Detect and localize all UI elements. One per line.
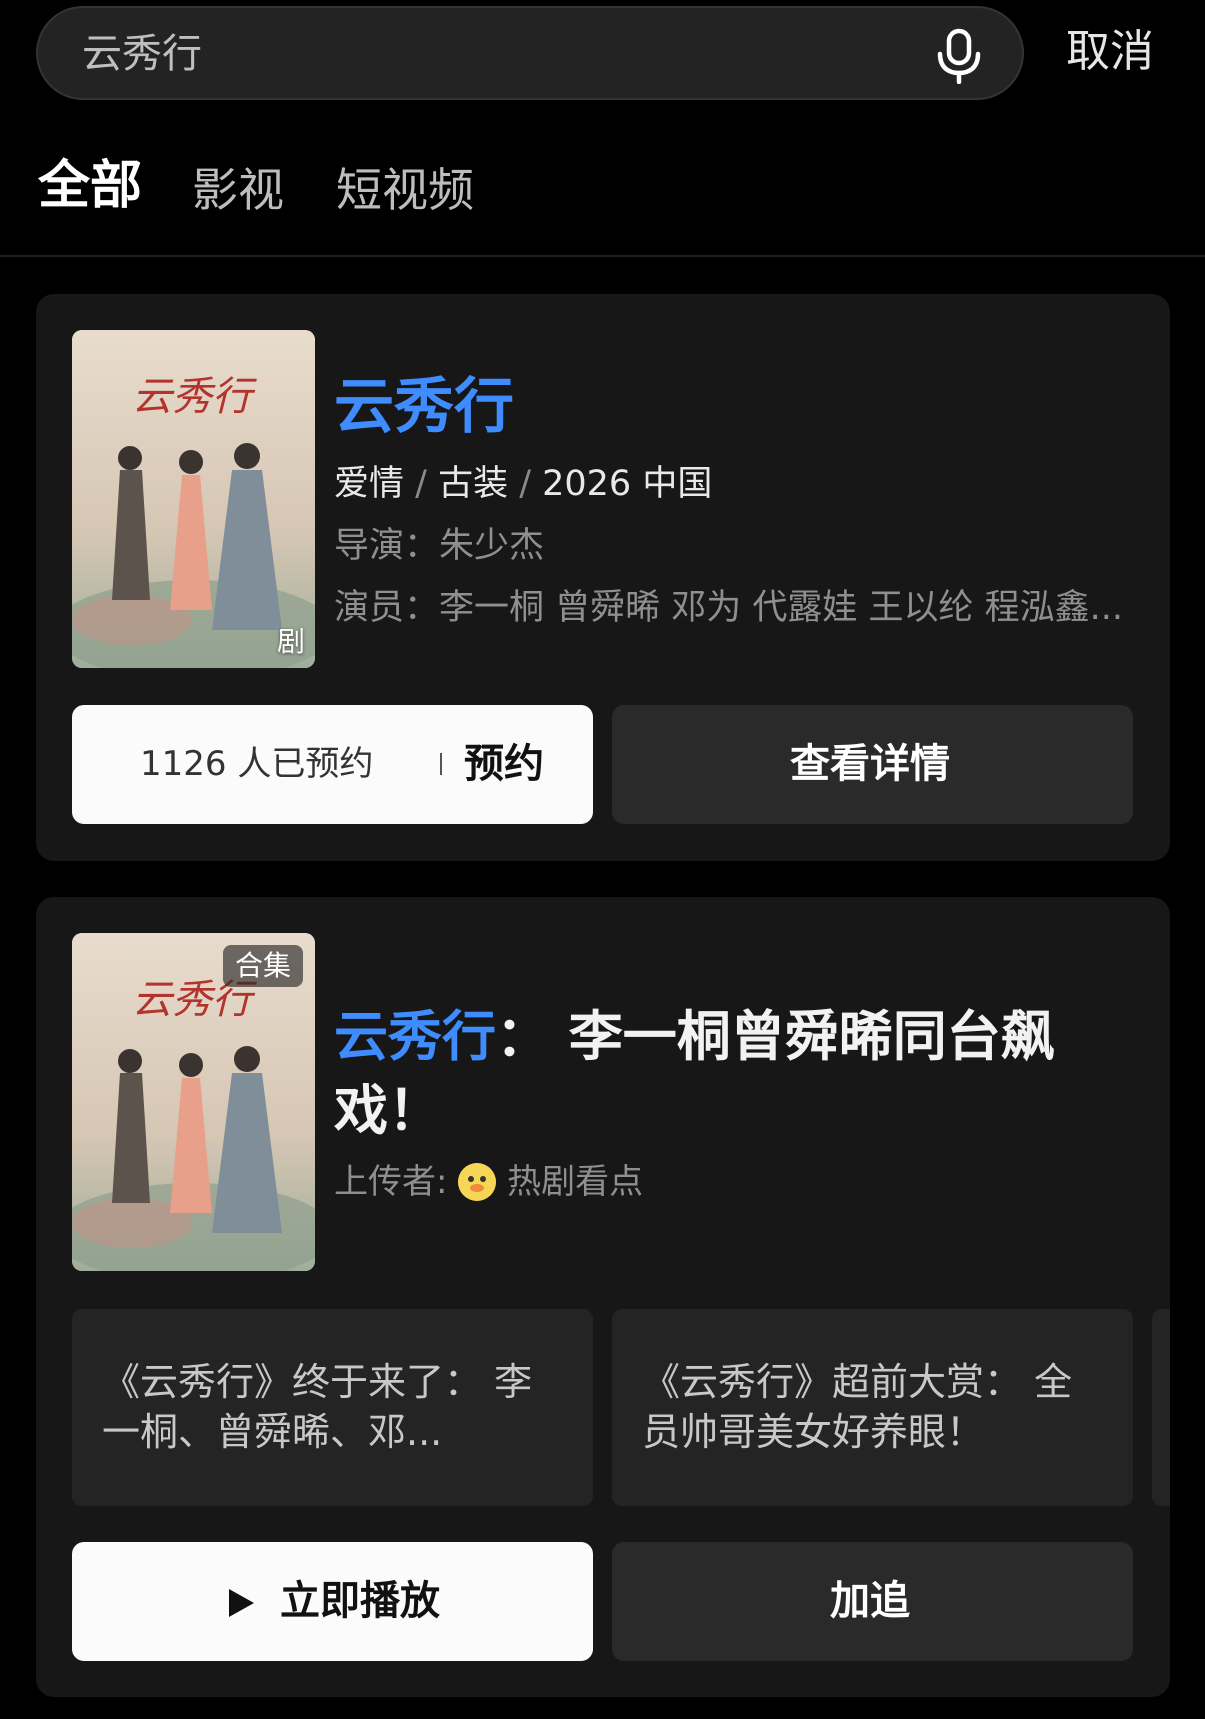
duck-avatar-icon[interactable] xyxy=(458,1163,497,1201)
cast-label: 演员： xyxy=(334,588,440,628)
uploader-line: 上传者: 热剧看点 xyxy=(334,1160,643,1204)
recommendation-text: 《云秀行》终于来了： 李一桐、曾舜晞、邓... xyxy=(102,1360,533,1454)
director-label: 导演： xyxy=(334,526,440,566)
cancel-button[interactable]: 取消 xyxy=(1066,26,1154,78)
reserve-separator xyxy=(440,753,442,775)
cast-names: 李一桐 曾舜晞 邓为 代露娃 王以纶 程泓鑫... xyxy=(439,588,1124,628)
search-input[interactable]: 云秀行 xyxy=(82,30,202,78)
tab-short-video[interactable]: 短视频 xyxy=(336,162,474,218)
play-now-button[interactable]: 立即播放 xyxy=(72,1542,593,1661)
reserve-label: 预约 xyxy=(464,741,544,787)
uploader-name[interactable]: 热剧看点 xyxy=(507,1162,643,1202)
play-now-label: 立即播放 xyxy=(280,1578,440,1624)
reserve-button[interactable]: 1126 人已预约 预约 xyxy=(72,705,593,824)
uploader-label: 上传者: xyxy=(334,1162,448,1202)
director-line: 导演：朱少杰 xyxy=(334,524,544,568)
recommendation-card-peek[interactable] xyxy=(1152,1309,1170,1506)
tab-all[interactable]: 全部 xyxy=(38,158,142,214)
collection-title-highlight: 云秀行 xyxy=(334,1005,496,1068)
genre-tag: 古装 xyxy=(438,464,509,504)
genre-tag: 爱情 xyxy=(334,464,405,504)
search-bar[interactable]: 云秀行 xyxy=(36,6,1024,100)
drama-meta: 爱情 / 古装 / 2026 中国 xyxy=(334,464,713,504)
reserve-count: 1126 人已预约 xyxy=(140,744,374,784)
play-icon xyxy=(226,1587,256,1623)
recommendation-card[interactable]: 《云秀行》超前大赏： 全员帅哥美女好养眼！ xyxy=(612,1309,1133,1506)
collection-badge: 合集 xyxy=(222,945,303,987)
poster-type-badge: 剧 xyxy=(276,625,305,658)
svg-text:云秀行: 云秀行 xyxy=(132,374,257,420)
recommendation-text: 《云秀行》超前大赏： 全员帅哥美女好养眼！ xyxy=(642,1360,1073,1454)
recommendation-card[interactable]: 《云秀行》终于来了： 李一桐、曾舜晞、邓... xyxy=(72,1309,593,1506)
follow-label: 加追 xyxy=(830,1578,910,1624)
follow-button[interactable]: 加追 xyxy=(612,1542,1133,1661)
microphone-icon[interactable] xyxy=(934,28,984,85)
view-details-button[interactable]: 查看详情 xyxy=(612,705,1133,824)
tabs-divider xyxy=(0,255,1205,257)
drama-title[interactable]: 云秀行 xyxy=(334,372,514,442)
director-name: 朱少杰 xyxy=(439,526,545,566)
year-region: 2026 中国 xyxy=(542,464,713,504)
drama-poster[interactable]: 云秀行 剧 xyxy=(72,330,315,668)
cast-line: 演员：李一桐 曾舜晞 邓为 代露娃 王以纶 程泓鑫... xyxy=(334,586,1123,630)
collection-title[interactable]: 云秀行： 李一桐曾舜晞同台飙戏！ xyxy=(334,1000,1094,1148)
tab-film-tv[interactable]: 影视 xyxy=(192,162,284,218)
collection-poster[interactable]: 云秀行 合集 xyxy=(72,933,315,1271)
view-details-label: 查看详情 xyxy=(790,741,950,787)
